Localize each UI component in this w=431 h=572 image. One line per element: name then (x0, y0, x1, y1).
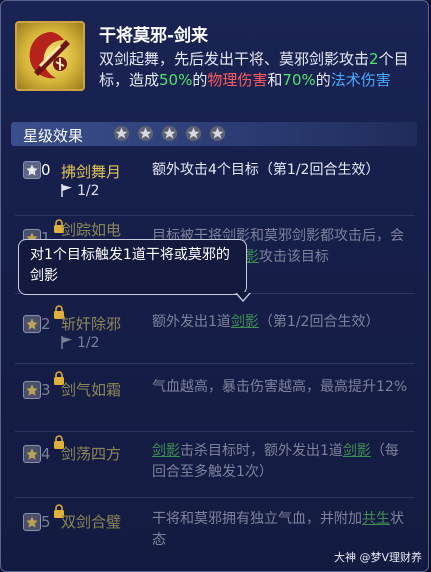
star-effects-title: 星级效果 (23, 127, 84, 145)
skill-title: 干将莫邪-剑来 (99, 26, 209, 46)
star-effect-row[interactable]: 3 剑气如霜 气血越高，暴击伤害越高，最高提升12% (15, 371, 415, 424)
star-effect-name: 斩奸除邪 (61, 315, 122, 333)
desc-target-count: 2 (369, 50, 379, 68)
star-effect-name: 剑踪如电 (61, 221, 122, 239)
effect-text: （第1/2回合生效） (258, 314, 380, 330)
star-level-icon (23, 161, 41, 179)
effect-text: 攻击该目标 (258, 249, 329, 265)
star-level-number: 3 (41, 381, 51, 399)
watermark: 大神 @梦V理财养 (333, 551, 422, 564)
divider (15, 363, 415, 364)
star-icon (137, 125, 154, 142)
star-effect-name: 拂剑舞月 (61, 163, 122, 181)
star-icon (113, 125, 130, 142)
star-level-number: 5 (41, 513, 51, 531)
effect-text: 击杀目标时，额外发出1道 (180, 443, 343, 459)
desc-physical-damage: 物理伤害 (207, 71, 268, 89)
desc-text: 双剑起舞，先后发出干将、莫邪剑影攻击 (99, 50, 370, 68)
star-effects-header: 星级效果 (11, 122, 417, 146)
divider (15, 497, 415, 498)
tooltip-tail-inner (236, 292, 250, 300)
star-level-icon (23, 315, 41, 333)
desc-text: 和 (267, 71, 283, 89)
star-icon (210, 125, 226, 142)
star-effect-description: 额外发出1道剑影（第1/2回合生效） (152, 312, 410, 333)
round-counter-value: 1/2 (77, 335, 100, 351)
star-icon (162, 125, 178, 142)
star-effect-description: 额外攻击4个目标（第1/2回合生效） (152, 162, 380, 178)
round-counter: 1/2 (61, 335, 100, 351)
star-level-number: 0 (41, 161, 51, 179)
desc-physical-percent: 50% (159, 71, 193, 89)
star-effect-description: 干将和莫邪拥有独立气血，并附加共生状态 (152, 509, 410, 551)
star-effect-name: 双剑合璧 (61, 513, 122, 531)
tooltip-text: 对1个目标触发1道干将或莫邪的剑影 (30, 247, 230, 284)
effect-link-sword-shadow[interactable]: 剑影 (231, 314, 259, 330)
desc-text: 的 (192, 71, 208, 89)
star-effect-description: 剑影击杀目标时，额外发出1道剑影（每回合至多触发1次） (152, 441, 410, 483)
star-effect-name: 剑荡四方 (61, 445, 122, 463)
skill-description: 双剑起舞，先后发出干将、莫邪剑影攻击2个目标，造成50%的物理伤害和70%的法术… (99, 49, 419, 91)
effect-link-symbiosis[interactable]: 共生 (362, 511, 390, 527)
round-counter: 1/2 (61, 183, 100, 199)
star-effect-row[interactable]: 4 剑荡四方 剑影击杀目标时，额外发出1道剑影（每回合至多触发1次） (15, 435, 415, 491)
flag-icon (61, 184, 72, 197)
divider (15, 431, 415, 432)
star-effect-row[interactable]: 0 拂剑舞月 1/2 额外攻击4个目标（第1/2回合生效） (15, 159, 415, 209)
desc-text: 的 (315, 71, 331, 89)
desc-magic-percent: 70% (282, 71, 316, 89)
effect-link-sword-shadow[interactable]: 剑影 (343, 443, 371, 459)
skill-detail-panel: 干将莫邪-剑来 双剑起舞，先后发出干将、莫邪剑影攻击2个目标，造成50%的物理伤… (0, 0, 429, 572)
effect-text: 干将和莫邪拥有独立气血，并附加 (152, 511, 362, 527)
star-level-icon (23, 445, 41, 463)
tooltip: 对1个目标触发1道干将或莫邪的剑影 (18, 239, 247, 295)
star-level-icon (23, 513, 41, 531)
star-effect-description: 气血越高，暴击伤害越高，最高提升12% (152, 379, 408, 395)
divider (15, 215, 415, 216)
star-level-number: 2 (41, 315, 51, 333)
flag-icon (61, 336, 72, 349)
skill-sword-icon (15, 21, 85, 91)
star-icon (186, 125, 202, 142)
effect-text: 额外发出1道 (152, 314, 231, 330)
star-effect-row[interactable]: 2 斩奸除邪 1/2 额外发出1道剑影（第1/2回合生效） (15, 305, 415, 358)
desc-magic-damage: 法术伤害 (330, 71, 391, 89)
star-effect-name: 剑气如霜 (61, 381, 122, 399)
star-rating (113, 125, 228, 146)
star-level-number: 4 (41, 445, 51, 463)
effect-link-sword-shadow[interactable]: 剑影 (152, 443, 180, 459)
star-level-icon (23, 381, 41, 399)
round-counter-value: 1/2 (77, 183, 100, 199)
